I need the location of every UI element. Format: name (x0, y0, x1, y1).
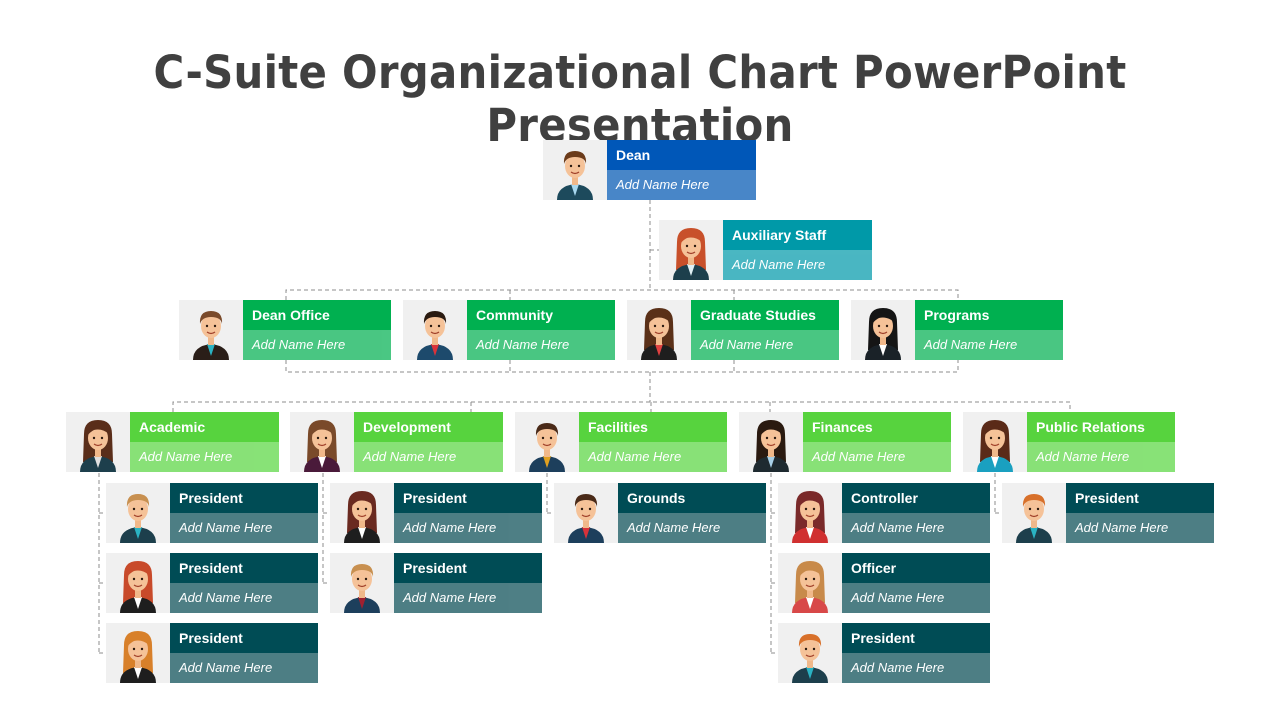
org-card-graduate-studies[interactable]: Graduate Studies Add Name Here (627, 300, 839, 360)
org-card-finances-2[interactable]: Officer Add Name Here (778, 553, 990, 613)
avatar-icon (403, 300, 467, 360)
name-placeholder[interactable]: Add Name Here (130, 442, 279, 472)
name-placeholder[interactable]: Add Name Here (579, 442, 727, 472)
org-card-development-2[interactable]: President Add Name Here (330, 553, 542, 613)
role-title[interactable]: Dean (607, 140, 756, 170)
org-card-academic-1[interactable]: President Add Name Here (106, 483, 318, 543)
name-placeholder[interactable]: Add Name Here (467, 330, 615, 360)
role-title[interactable]: Community (467, 300, 615, 330)
role-title[interactable]: Finances (803, 412, 951, 442)
org-card-dean[interactable]: Dean Add Name Here (543, 140, 756, 200)
name-placeholder[interactable]: Add Name Here (1066, 513, 1214, 543)
avatar-icon (963, 412, 1027, 472)
role-title[interactable]: Officer (842, 553, 990, 583)
avatar-icon (778, 623, 842, 683)
org-card-community[interactable]: Community Add Name Here (403, 300, 615, 360)
role-title[interactable]: President (842, 623, 990, 653)
avatar-icon (851, 300, 915, 360)
avatar-icon (179, 300, 243, 360)
connector (285, 289, 959, 300)
org-card-dean-office[interactable]: Dean Office Add Name Here (179, 300, 391, 360)
org-card-auxiliary[interactable]: Auxiliary Staff Add Name Here (659, 220, 872, 280)
avatar-icon (106, 483, 170, 543)
name-placeholder[interactable]: Add Name Here (842, 513, 990, 543)
name-placeholder[interactable]: Add Name Here (354, 442, 503, 472)
org-card-development[interactable]: Development Add Name Here (290, 412, 503, 472)
avatar-icon (66, 412, 130, 472)
role-title[interactable]: Public Relations (1027, 412, 1175, 442)
name-placeholder[interactable]: Add Name Here (723, 250, 872, 280)
org-card-finances-1[interactable]: Controller Add Name Here (778, 483, 990, 543)
name-placeholder[interactable]: Add Name Here (1027, 442, 1175, 472)
org-card-facilities[interactable]: Facilities Add Name Here (515, 412, 727, 472)
avatar-icon (543, 140, 607, 200)
avatar-icon (627, 300, 691, 360)
name-placeholder[interactable]: Add Name Here (243, 330, 391, 360)
avatar-icon (739, 412, 803, 472)
avatar-icon (515, 412, 579, 472)
role-title[interactable]: President (1066, 483, 1214, 513)
role-title[interactable]: Grounds (618, 483, 766, 513)
avatar-icon (659, 220, 723, 280)
org-card-public-relations-1[interactable]: President Add Name Here (1002, 483, 1214, 543)
org-card-academic-2[interactable]: President Add Name Here (106, 553, 318, 613)
connector (172, 401, 1071, 412)
role-title[interactable]: Facilities (579, 412, 727, 442)
name-placeholder[interactable]: Add Name Here (915, 330, 1063, 360)
role-title[interactable]: Development (354, 412, 503, 442)
name-placeholder[interactable]: Add Name Here (394, 513, 542, 543)
role-title[interactable]: Programs (915, 300, 1063, 330)
avatar-icon (106, 623, 170, 683)
role-title[interactable]: President (394, 483, 542, 513)
name-placeholder[interactable]: Add Name Here (170, 513, 318, 543)
org-card-public-relations[interactable]: Public Relations Add Name Here (963, 412, 1175, 472)
name-placeholder[interactable]: Add Name Here (618, 513, 766, 543)
role-title[interactable]: Dean Office (243, 300, 391, 330)
role-title[interactable]: President (170, 483, 318, 513)
avatar-icon (778, 553, 842, 613)
role-title[interactable]: Academic (130, 412, 279, 442)
org-card-finances-3[interactable]: President Add Name Here (778, 623, 990, 683)
org-card-development-1[interactable]: President Add Name Here (330, 483, 542, 543)
org-card-finances[interactable]: Finances Add Name Here (739, 412, 951, 472)
avatar-icon (1002, 483, 1066, 543)
role-title[interactable]: Auxiliary Staff (723, 220, 872, 250)
connector (285, 360, 959, 373)
org-card-academic[interactable]: Academic Add Name Here (66, 412, 279, 472)
name-placeholder[interactable]: Add Name Here (842, 583, 990, 613)
role-title[interactable]: President (394, 553, 542, 583)
role-title[interactable]: Graduate Studies (691, 300, 839, 330)
name-placeholder[interactable]: Add Name Here (170, 583, 318, 613)
name-placeholder[interactable]: Add Name Here (842, 653, 990, 683)
name-placeholder[interactable]: Add Name Here (803, 442, 951, 472)
role-title[interactable]: Controller (842, 483, 990, 513)
name-placeholder[interactable]: Add Name Here (170, 653, 318, 683)
avatar-icon (330, 553, 394, 613)
org-card-facilities-1[interactable]: Grounds Add Name Here (554, 483, 766, 543)
org-card-academic-3[interactable]: President Add Name Here (106, 623, 318, 683)
name-placeholder[interactable]: Add Name Here (607, 170, 756, 200)
avatar-icon (290, 412, 354, 472)
name-placeholder[interactable]: Add Name Here (394, 583, 542, 613)
role-title[interactable]: President (170, 623, 318, 653)
avatar-icon (554, 483, 618, 543)
avatar-icon (106, 553, 170, 613)
avatar-icon (778, 483, 842, 543)
avatar-icon (330, 483, 394, 543)
name-placeholder[interactable]: Add Name Here (691, 330, 839, 360)
org-card-programs[interactable]: Programs Add Name Here (851, 300, 1063, 360)
role-title[interactable]: President (170, 553, 318, 583)
